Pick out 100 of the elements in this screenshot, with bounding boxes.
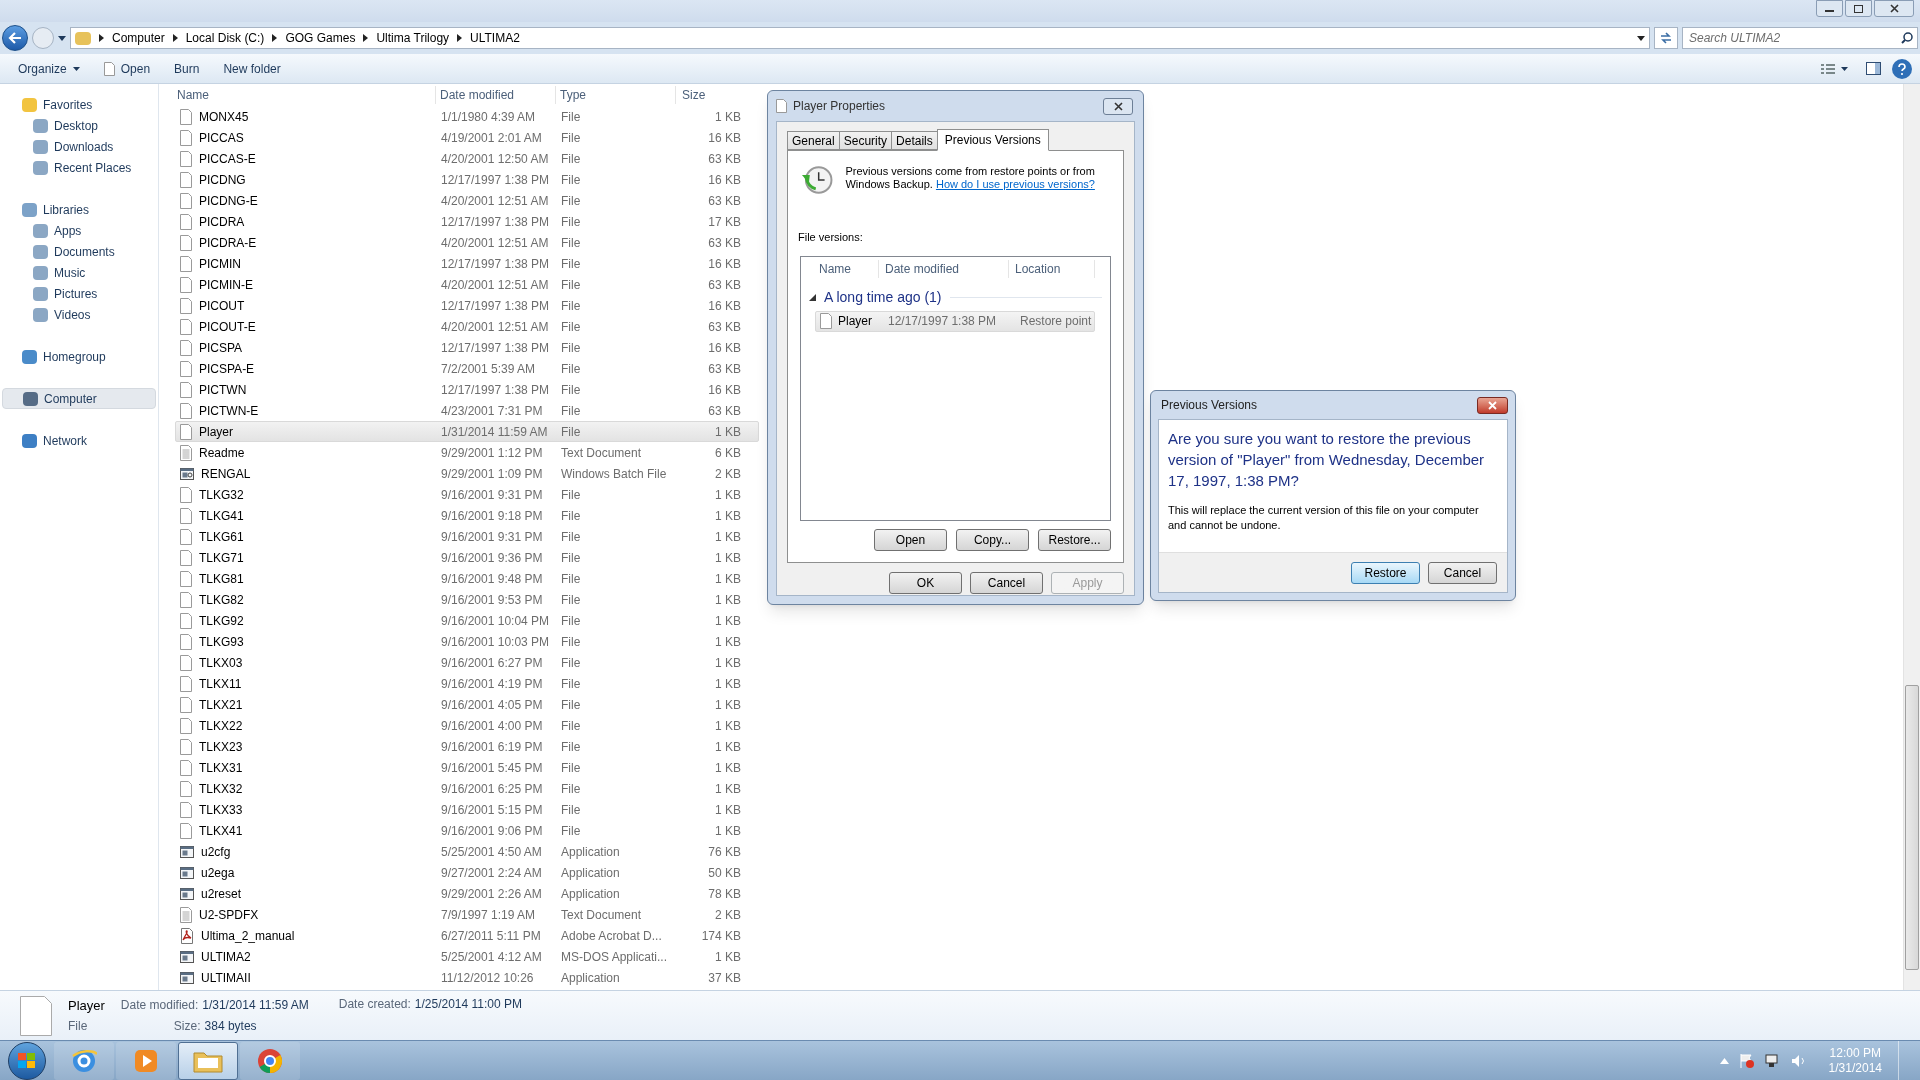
help-link[interactable]: How do I use previous versions?: [935, 178, 1095, 190]
breadcrumb[interactable]: ULTIMA2: [470, 29, 520, 47]
toolbar-button[interactable]: Burn: [164, 56, 210, 81]
sidebar-item[interactable]: Homegroup: [2, 346, 156, 367]
file-row[interactable]: TLKX11 9/16/2001 4:19 PM File 1 KB: [175, 673, 759, 694]
scrollbar[interactable]: [1903, 84, 1920, 990]
network-icon[interactable]: [1764, 1052, 1781, 1069]
tab[interactable]: Details: [891, 131, 938, 150]
breadcrumb[interactable]: Ultima Trilogy: [376, 29, 450, 47]
dropdown-arrow-icon[interactable]: [1637, 35, 1645, 41]
dropdown-arrow-icon[interactable]: [58, 35, 66, 41]
breadcrumb[interactable]: Computer: [112, 29, 165, 47]
file-row[interactable]: Player 1/31/2014 11:59 AM File 1 KB: [175, 421, 759, 442]
column-header[interactable]: Size: [676, 86, 746, 104]
file-row[interactable]: PICMIN 12/17/1997 1:38 PM File 16 KB: [175, 253, 759, 274]
column-header[interactable]: Location: [1009, 259, 1095, 278]
dialog-button[interactable]: Cancel: [970, 572, 1043, 594]
file-row[interactable]: TLKX03 9/16/2001 6:27 PM File 1 KB: [175, 652, 759, 673]
file-row[interactable]: TLKG93 9/16/2001 10:03 PM File 1 KB: [175, 631, 759, 652]
tab[interactable]: Security: [838, 131, 893, 150]
dialog-button[interactable]: OK: [889, 572, 962, 594]
file-row[interactable]: TLKG41 9/16/2001 9:18 PM File 1 KB: [175, 505, 759, 526]
taskbar-button[interactable]: [178, 1041, 238, 1080]
file-row[interactable]: TLKX23 9/16/2001 6:19 PM File 1 KB: [175, 736, 759, 757]
file-row[interactable]: TLKX31 9/16/2001 5:45 PM File 1 KB: [175, 757, 759, 778]
file-row[interactable]: TLKG82 9/16/2001 9:53 PM File 1 KB: [175, 589, 759, 610]
close-button[interactable]: [1477, 396, 1508, 414]
file-row[interactable]: PICCAS-E 4/20/2001 12:50 AM File 63 KB: [175, 148, 759, 169]
file-row[interactable]: PICMIN-E 4/20/2001 12:51 AM File 63 KB: [175, 274, 759, 295]
sidebar-item[interactable]: Videos: [2, 304, 156, 325]
minimize-button[interactable]: [1816, 0, 1843, 17]
column-header[interactable]: Date modified: [879, 259, 1009, 278]
tab[interactable]: Previous Versions: [936, 129, 1049, 151]
sidebar-item[interactable]: Recent Places: [2, 157, 156, 178]
back-button[interactable]: [2, 25, 28, 51]
column-header[interactable]: Name: [809, 259, 879, 278]
file-row[interactable]: u2ega 9/27/2001 2:24 AM Application 50 KB: [175, 862, 759, 883]
search-input[interactable]: Search ULTIMA2: [1683, 28, 1901, 48]
file-row[interactable]: Readme 9/29/2001 1:12 PM Text Document 6 KB: [175, 442, 759, 463]
file-row[interactable]: PICDNG-E 4/20/2001 12:51 AM File 63 KB: [175, 190, 759, 211]
file-row[interactable]: PICOUT-E 4/20/2001 12:51 AM File 63 KB: [175, 316, 759, 337]
breadcrumb[interactable]: Local Disk (C:): [185, 29, 265, 47]
group-header[interactable]: A long time ago (1): [824, 287, 942, 308]
address-field[interactable]: Computer Local Disk (C:) GOG Games Ultima Trilogy ULTIMA2: [70, 27, 1650, 49]
sidebar-item[interactable]: Music: [2, 262, 156, 283]
expanded-triangle-icon[interactable]: [809, 294, 816, 301]
file-row[interactable]: ULTIMAII 11/12/2012 10:26 Application 37 KB: [175, 967, 759, 988]
close-button[interactable]: [1874, 0, 1914, 17]
sidebar-item[interactable]: Pictures: [2, 283, 156, 304]
taskbar-button[interactable]: [240, 1041, 300, 1080]
file-row[interactable]: TLKX41 9/16/2001 9:06 PM File 1 KB: [175, 820, 759, 841]
sidebar-item[interactable]: Desktop: [2, 115, 156, 136]
file-row[interactable]: PICSPA-E 7/2/2001 5:39 AM File 63 KB: [175, 358, 759, 379]
sidebar-item[interactable]: Computer: [2, 388, 156, 409]
close-button[interactable]: [1103, 97, 1133, 115]
file-row[interactable]: u2cfg 5/25/2001 4:50 AM Application 76 KB: [175, 841, 759, 862]
file-row[interactable]: u2reset 9/29/2001 2:26 AM Application 78 KB: [175, 883, 759, 904]
start-button[interactable]: [8, 1041, 46, 1080]
sidebar-item[interactable]: Apps: [2, 220, 156, 241]
file-row[interactable]: TLKX33 9/16/2001 5:15 PM File 1 KB: [175, 799, 759, 820]
file-row[interactable]: TLKG61 9/16/2001 9:31 PM File 1 KB: [175, 526, 759, 547]
file-row[interactable]: PICDRA-E 4/20/2001 12:51 AM File 63 KB: [175, 232, 759, 253]
column-header[interactable]: Date modified: [436, 86, 556, 104]
flag-error-icon[interactable]: [1738, 1052, 1755, 1069]
toolbar-button[interactable]: New folder: [213, 56, 291, 81]
help-button[interactable]: [1892, 58, 1912, 79]
dialog-button[interactable]: Restore...: [1038, 528, 1111, 551]
file-row[interactable]: RENGAL 9/29/2001 1:09 PM Windows Batch File 2 KB: [175, 463, 759, 484]
file-row[interactable]: PICOUT 12/17/1997 1:38 PM File 16 KB: [175, 295, 759, 316]
breadcrumb[interactable]: GOG Games: [285, 29, 356, 47]
dialog-button[interactable]: Open: [874, 528, 947, 551]
search-field[interactable]: Search ULTIMA2: [1682, 27, 1918, 49]
file-row[interactable]: U2-SPDFX 7/9/1997 1:19 AM Text Document 2 KB: [175, 904, 759, 925]
file-row[interactable]: PICSPA 12/17/1997 1:38 PM File 16 KB: [175, 337, 759, 358]
file-row[interactable]: TLKG92 9/16/2001 10:04 PM File 1 KB: [175, 610, 759, 631]
version-row[interactable]: Player 12/17/1997 1:38 PM Restore point: [815, 310, 1095, 332]
dialog-button[interactable]: Copy...: [956, 528, 1029, 551]
dialog-button[interactable]: Cancel: [1428, 561, 1497, 584]
sidebar-item[interactable]: Libraries: [2, 199, 156, 220]
file-row[interactable]: TLKG81 9/16/2001 9:48 PM File 1 KB: [175, 568, 759, 589]
file-row[interactable]: PICDNG 12/17/1997 1:38 PM File 16 KB: [175, 169, 759, 190]
file-row[interactable]: TLKG32 9/16/2001 9:31 PM File 1 KB: [175, 484, 759, 505]
taskbar-button[interactable]: [54, 1041, 114, 1080]
dialog-button[interactable]: Restore: [1351, 561, 1420, 584]
tab[interactable]: General: [787, 131, 840, 150]
sidebar-item[interactable]: Documents: [2, 241, 156, 262]
file-row[interactable]: TLKX22 9/16/2001 4:00 PM File 1 KB: [175, 715, 759, 736]
toolbar-button[interactable]: Organize: [8, 56, 90, 81]
scroll-thumb[interactable]: [1905, 685, 1919, 970]
file-row[interactable]: PICTWN 12/17/1997 1:38 PM File 16 KB: [175, 379, 759, 400]
file-row[interactable]: MONX45 1/1/1980 4:39 AM File 1 KB: [175, 106, 759, 127]
file-row[interactable]: TLKG71 9/16/2001 9:36 PM File 1 KB: [175, 547, 759, 568]
file-row[interactable]: Ultima_2_manual 6/27/2011 5:11 PM Adobe Acrobat D... 174 KB: [175, 925, 759, 946]
file-row[interactable]: PICTWN-E 4/23/2001 7:31 PM File 63 KB: [175, 400, 759, 421]
column-header[interactable]: Type: [556, 86, 676, 104]
file-row[interactable]: TLKX21 9/16/2001 4:05 PM File 1 KB: [175, 694, 759, 715]
sidebar-item[interactable]: Network: [2, 430, 156, 451]
sidebar-item[interactable]: Favorites: [2, 94, 156, 115]
toolbar-button[interactable]: Open: [93, 56, 161, 81]
restore-button[interactable]: [1845, 0, 1872, 17]
